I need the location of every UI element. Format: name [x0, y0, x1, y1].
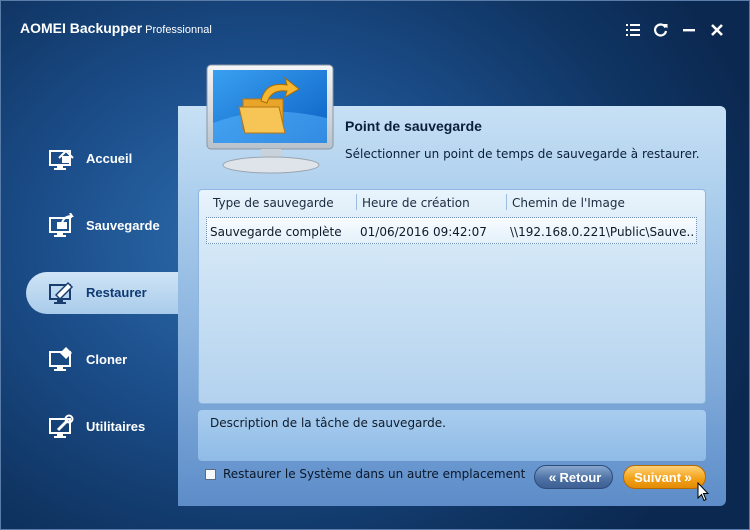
table-header: Type de sauvegarde Heure de création Che…	[199, 190, 705, 214]
title-controls	[624, 21, 725, 38]
panel-title: Point de sauvegarde	[345, 118, 482, 134]
minimize-icon[interactable]	[680, 21, 697, 38]
back-button-label: Retour	[559, 469, 602, 485]
restore-elsewhere-label: Restaurer le Système dans un autre empla…	[223, 467, 526, 481]
double-chevron-right-icon: »	[684, 469, 692, 485]
sidebar-item-label: Cloner	[86, 352, 128, 367]
task-description-box: Description de la tâche de sauvegarde.	[198, 410, 706, 461]
sidebar-item-restaurer[interactable]: Restaurer	[26, 272, 181, 314]
tools-monitor-icon	[49, 414, 74, 438]
sidebar-item-accueil[interactable]: Accueil	[26, 138, 178, 180]
next-button-label: Suivant	[634, 469, 682, 485]
column-header-path[interactable]: Chemin de l'Image	[512, 196, 625, 210]
app-edition: Professionnal	[145, 24, 212, 36]
backup-points-table: Type de sauvegarde Heure de création Che…	[198, 189, 706, 404]
restore-monitor-icon	[49, 281, 74, 304]
cell-type: Sauvegarde complète	[210, 225, 342, 239]
restore-elsewhere-checkbox[interactable]	[205, 468, 216, 480]
column-header-time[interactable]: Heure de création	[362, 196, 470, 210]
next-button[interactable]: Suivant »	[623, 465, 706, 489]
sidebar-item-label: Accueil	[86, 151, 133, 166]
table-row[interactable]: Sauvegarde complète 01/06/2016 09:42:07 …	[206, 217, 697, 244]
sidebar-item-utilitaires[interactable]: Utilitaires	[26, 406, 178, 448]
refresh-icon[interactable]	[652, 21, 669, 38]
sidebar-item-label: Restaurer	[86, 285, 147, 300]
close-icon[interactable]	[708, 21, 725, 38]
sidebar-item-cloner[interactable]: Cloner	[26, 339, 178, 381]
sidebar-item-label: Sauvegarde	[86, 218, 160, 233]
sidebar-item-label: Utilitaires	[86, 419, 146, 434]
mouse-pointer-icon	[697, 482, 709, 502]
cell-path: \\192.168.0.221\Public\Sauve...	[510, 225, 695, 239]
app-window: AOMEI Backupper Professionnal Accueil Sa…	[0, 0, 750, 530]
restore-elsewhere-option[interactable]: Restaurer le Système dans un autre empla…	[205, 467, 525, 481]
restore-monitor-folder-icon	[206, 64, 334, 174]
back-button[interactable]: « Retour	[534, 465, 613, 489]
app-name: AOMEI Backupper	[20, 20, 143, 36]
backup-monitor-icon	[49, 213, 74, 237]
panel-subtitle: Sélectionner un point de temps de sauveg…	[345, 147, 700, 161]
clone-monitor-icon	[49, 347, 72, 371]
task-description: Description de la tâche de sauvegarde.	[210, 416, 446, 430]
column-divider[interactable]	[506, 194, 507, 210]
sidebar-item-sauvegarde[interactable]: Sauvegarde	[26, 205, 178, 247]
double-chevron-left-icon: «	[548, 469, 557, 485]
cell-time: 01/06/2016 09:42:07	[360, 225, 487, 239]
column-divider[interactable]	[356, 194, 357, 210]
column-header-type[interactable]: Type de sauvegarde	[213, 196, 334, 210]
menu-icon[interactable]	[624, 21, 641, 38]
home-monitor-icon	[49, 149, 74, 170]
app-title: AOMEI Backupper Professionnal	[20, 20, 212, 36]
